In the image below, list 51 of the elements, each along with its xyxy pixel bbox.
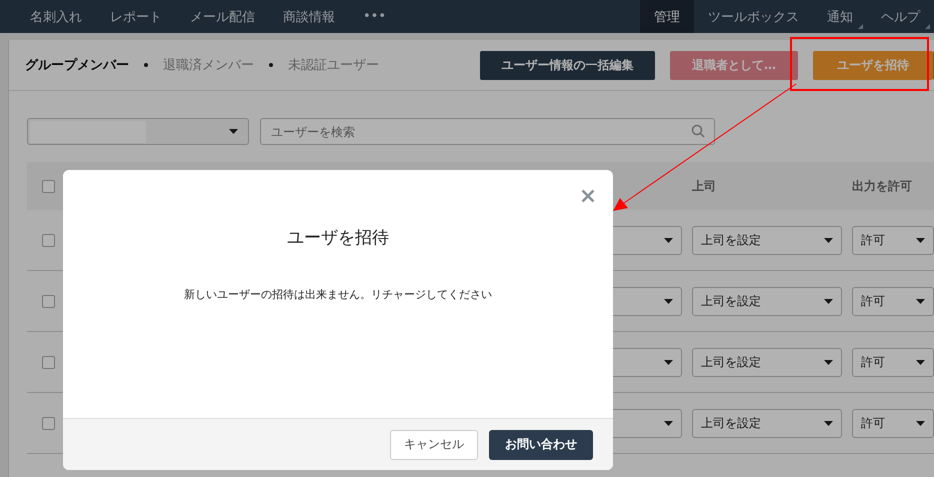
permission-select[interactable]: 許可 — [852, 226, 934, 254]
row-checkbox[interactable] — [42, 234, 55, 246]
column-header: 出力を許可 — [852, 178, 912, 194]
row-checkbox[interactable] — [42, 294, 55, 308]
nav-item[interactable]: 通知 — [813, 0, 867, 33]
action-button[interactable]: ユーザー情報の一括編集 — [480, 50, 655, 80]
nav-item[interactable]: メール配信 — [176, 0, 269, 33]
search-field[interactable]: ユーザーを検索 — [260, 118, 715, 145]
caret-icon — [916, 360, 925, 364]
search-icon — [691, 124, 705, 138]
row-checkbox[interactable] — [42, 356, 55, 368]
tab[interactable]: グループメンバー — [25, 56, 129, 74]
group-select[interactable] — [27, 118, 249, 145]
permission-select[interactable]: 許可 — [852, 408, 934, 438]
supervisor-select[interactable]: 上司を設定 — [692, 408, 842, 438]
supervisor-select[interactable]: 上司を設定 — [692, 348, 842, 376]
nav-item[interactable]: ヘルプ — [867, 0, 934, 33]
caret-icon — [824, 238, 833, 242]
caret-icon — [664, 238, 673, 242]
nav-item[interactable]: 名刺入れ — [16, 0, 96, 33]
modal-title: ユーザを招待 — [287, 227, 389, 249]
modal-message: 新しいユーザーの招待は出来ません。リチャージしてください — [184, 287, 492, 302]
permission-select[interactable]: 許可 — [852, 348, 934, 376]
supervisor-select[interactable]: 上司を設定 — [692, 226, 842, 254]
caret-icon — [664, 360, 673, 364]
nav-item[interactable]: 管理 — [640, 0, 694, 33]
separator-dot-icon — [144, 63, 148, 67]
close-icon[interactable] — [581, 189, 595, 203]
caret-icon — [824, 298, 833, 304]
modal-button[interactable]: お問い合わせ — [489, 430, 593, 460]
column-header: 上司 — [692, 178, 716, 194]
caret-icon — [916, 298, 925, 304]
corner-triangle-icon — [858, 24, 863, 29]
nav-item[interactable]: 商談情報 — [269, 0, 349, 33]
row-checkbox[interactable] — [42, 416, 55, 430]
nav-item[interactable]: ••• — [349, 0, 400, 33]
nav-item[interactable]: レポート — [96, 0, 176, 33]
supervisor-select[interactable]: 上司を設定 — [692, 286, 842, 316]
caret-icon — [664, 420, 673, 426]
nav-item[interactable]: ツールボックス — [694, 0, 813, 33]
caret-icon — [824, 360, 833, 364]
caret-icon — [916, 420, 925, 426]
corner-triangle-icon — [925, 24, 930, 29]
caret-icon — [916, 238, 925, 242]
select-all-checkbox[interactable] — [42, 180, 55, 192]
caret-icon — [824, 420, 833, 426]
caret-icon — [229, 129, 238, 134]
caret-icon — [664, 298, 673, 304]
permission-select[interactable]: 許可 — [852, 286, 934, 316]
modal-button[interactable]: キャンセル — [390, 430, 478, 460]
separator-dot-icon — [269, 63, 273, 67]
